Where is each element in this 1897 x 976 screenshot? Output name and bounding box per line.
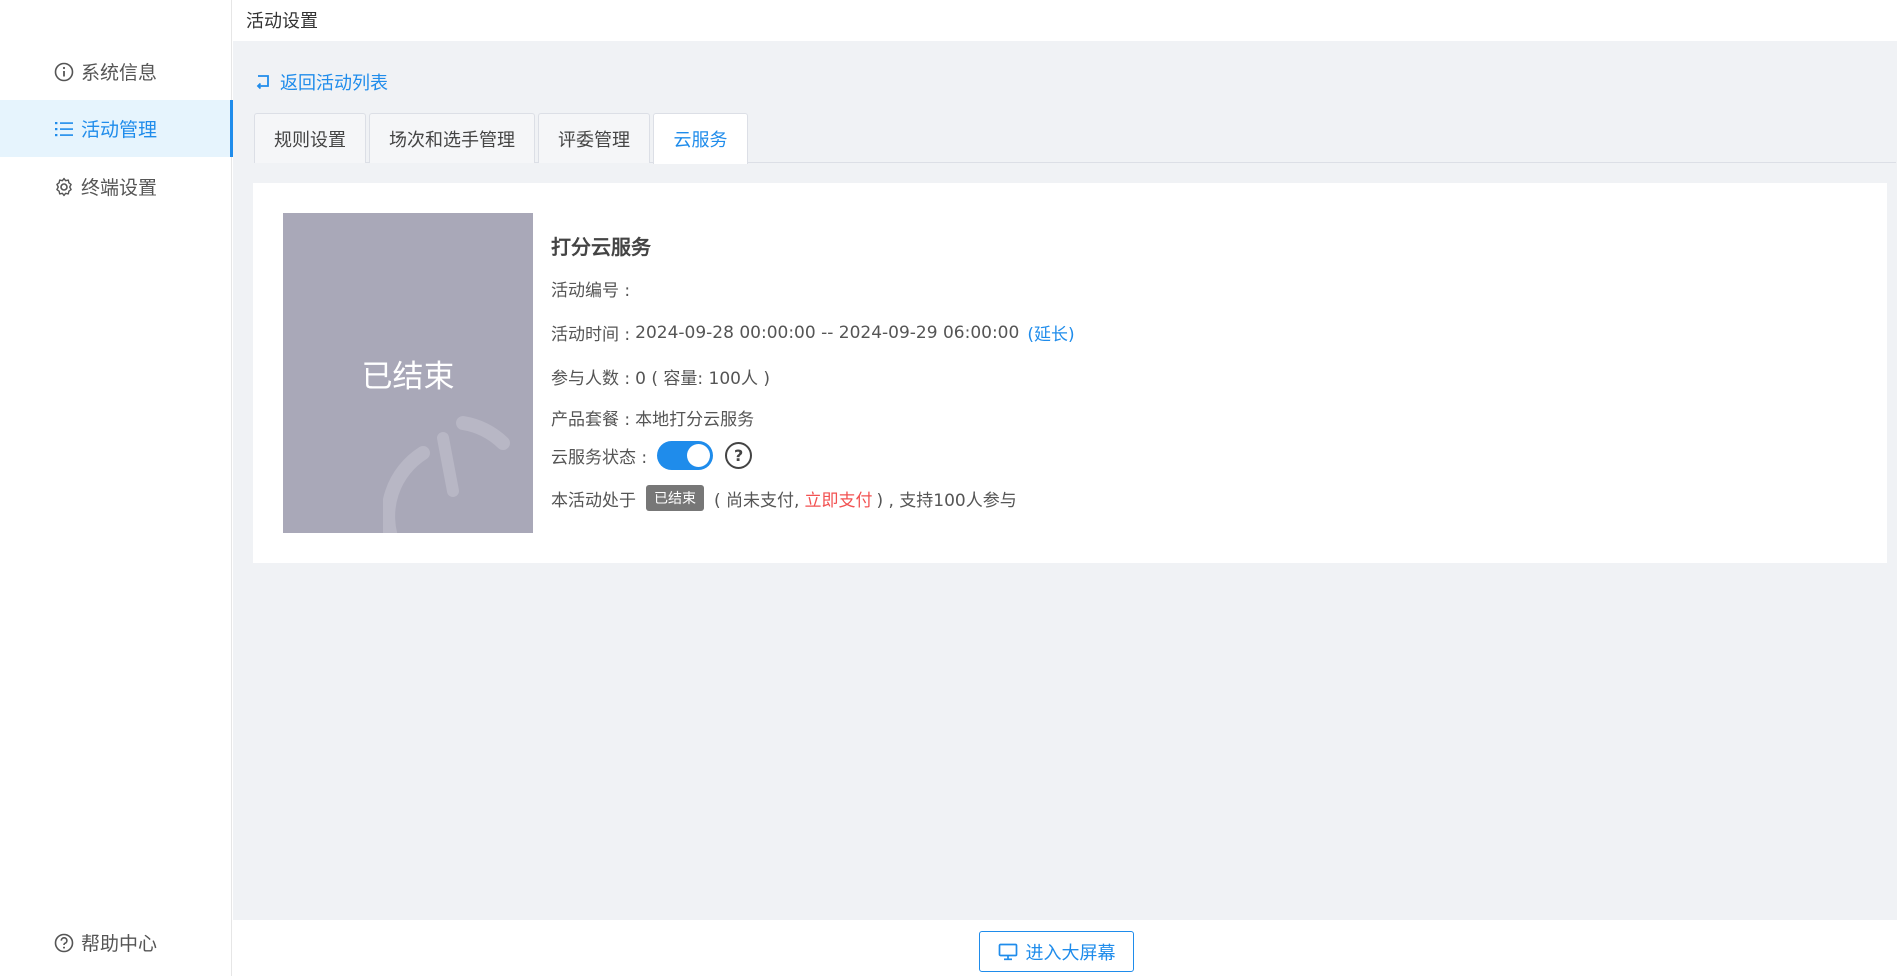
sidebar: 系统信息 活动管理 终端设置 帮助中心 [0,0,233,976]
sidebar-item-label: 终端设置 [81,177,158,199]
participants-value: 0 ( 容量: 100人 ) [635,369,771,389]
cloud-status-label: 云服务状态 : [551,448,648,468]
back-to-activity-list-link[interactable]: 返回活动列表 [254,69,388,95]
activity-id-row: 活动编号 : [551,276,630,301]
help-center-link[interactable]: 帮助中心 [0,914,232,971]
gear-icon [53,176,75,198]
back-link-label: 返回活动列表 [280,73,388,94]
sidebar-item-terminal-settings[interactable]: 终端设置 [0,158,232,215]
sidebar-item-activity-management[interactable]: 活动管理 [0,100,233,157]
status-badge: 已结束 [646,485,704,511]
activity-poster: 已结束 [283,213,533,533]
service-title: 打分云服务 [551,235,651,259]
cloud-status-toggle[interactable] [657,441,714,470]
app-root: 系统信息 活动管理 终端设置 帮助中心 活动设置 返回活动列表 规则设置 场次和… [0,0,1897,976]
sidebar-item-label: 系统信息 [81,62,158,84]
info-icon [53,61,75,83]
participants-label: 参与人数 : [551,369,631,389]
activity-time-value: 2024-09-28 00:00:00 -- 2024-09-29 06:00:… [635,322,1020,343]
activity-time-label: 活动时间 : [551,325,631,345]
participants-row: 参与人数 : 0 ( 容量: 100人 ) [551,364,770,389]
activity-state-row: 本活动处于 已结束 ( 尚未支付, 立即支付 ) , 支持100人参与 [551,485,1017,511]
tab-rules[interactable]: 规则设置 [254,113,366,163]
bottom-bar: 进入大屏幕 [233,920,1897,976]
question-icon[interactable]: ? [725,442,753,469]
tab-judges[interactable]: 评委管理 [538,113,650,163]
power-icon [383,416,510,533]
enter-big-screen-label: 进入大屏幕 [1025,942,1116,964]
sidebar-item-label: 活动管理 [81,119,158,141]
package-row: 产品套餐 : 本地打分云服务 [551,405,754,430]
extend-link[interactable]: (延长) [1027,320,1074,345]
pay-now-link[interactable]: 立即支付 [804,486,872,511]
activity-id-label: 活动编号 : [551,281,631,301]
state-prefix: 本活动处于 [551,490,636,511]
monitor-icon [998,943,1018,961]
tab-cloud-service[interactable]: 云服务 [653,113,748,164]
sidebar-item-system-info[interactable]: 系统信息 [0,43,232,100]
package-label: 产品套餐 : [551,410,631,430]
help-center-label: 帮助中心 [81,933,158,955]
poster-status-text: 已结束 [361,359,455,395]
state-suffix: ) , 支持100人参与 [876,490,1017,511]
question-icon [53,932,75,954]
package-value: 本地打分云服务 [635,410,755,430]
page-title: 活动设置 [246,11,318,32]
return-icon [254,73,272,91]
list-icon [53,118,75,140]
unpaid-text: ( 尚未支付, [714,490,800,511]
main-content: 活动设置 返回活动列表 规则设置 场次和选手管理 评委管理 云服务 已结束 打分… [233,0,1897,976]
tab-sessions-contestants[interactable]: 场次和选手管理 [369,113,535,163]
tab-bar: 规则设置 场次和选手管理 评委管理 云服务 [254,113,1896,164]
cloud-status-row: 云服务状态 : ? [551,441,753,470]
activity-time-row: 活动时间 : 2024-09-28 00:00:00 -- 2024-09-29… [551,320,1075,346]
top-bar: 活动设置 [233,0,1897,41]
enter-big-screen-button[interactable]: 进入大屏幕 [979,931,1134,972]
cloud-service-card: 已结束 打分云服务 活动编号 : 活动时间 : 2024-09-28 00:00… [253,183,1887,563]
